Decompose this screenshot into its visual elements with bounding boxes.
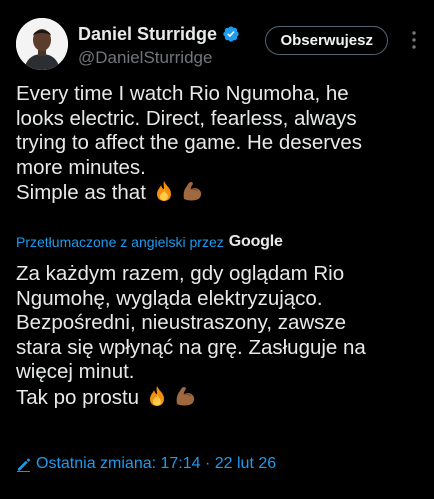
- translation-attribution: Przetłumaczone z angielski przez Google: [16, 232, 283, 252]
- tweet-line-text: Simple as that: [16, 181, 146, 204]
- tweet-line-last: Simple as that: [16, 180, 424, 206]
- tweet-line: Every time I watch Rio Ngumoha, he: [16, 82, 349, 105]
- following-button[interactable]: Obserwujesz: [265, 26, 388, 55]
- more-options-icon[interactable]: [410, 30, 418, 50]
- display-name[interactable]: Daniel Sturridge: [78, 24, 217, 45]
- display-name-row: Daniel Sturridge: [78, 22, 240, 46]
- flexed-biceps-icon: [177, 386, 195, 405]
- tweet-line: more minutes.: [16, 155, 146, 179]
- translated-text: Za każdym razem, gdy oglądam Rio Ngumohę…: [16, 262, 426, 410]
- fire-icon: [149, 385, 164, 406]
- tweet-line: trying to affect the game. He deserves: [16, 131, 363, 154]
- translated-line: stara się wpłynąć na grę. Zasługuje na: [16, 335, 366, 359]
- translated-line: więcej minut.: [16, 360, 135, 383]
- translated-line: Bezpośredni, nieustraszony, zawsze: [16, 311, 347, 334]
- handle[interactable]: @DanielSturridge: [78, 48, 240, 68]
- pencil-icon: [16, 458, 31, 472]
- edit-history-link[interactable]: Ostatnia zmiana: 17:14 · 22 lut 26: [16, 454, 276, 474]
- translated-label[interactable]: Przetłumaczone z angielski przez: [16, 234, 224, 250]
- tweet-header: Daniel Sturridge @DanielSturridge Obserw…: [16, 18, 418, 72]
- fire-icon: [156, 181, 171, 201]
- verified-badge-icon: [223, 26, 239, 42]
- flexed-biceps-icon: [183, 182, 202, 201]
- translated-line: Za każdym razem, gdy oglądam Rio: [16, 262, 345, 285]
- google-logo: Google: [228, 233, 283, 250]
- author-info: Daniel Sturridge @DanielSturridge: [78, 22, 240, 68]
- edit-info-label[interactable]: Ostatnia zmiana: 17:14 · 22 lut 26: [36, 455, 276, 473]
- tweet-card: Daniel Sturridge @DanielSturridge Obserw…: [0, 0, 434, 499]
- tweet-line: looks electric. Direct, fearless, always: [16, 106, 357, 130]
- translated-line-last: Tak po prostu: [16, 385, 426, 411]
- avatar[interactable]: [16, 18, 68, 70]
- translated-line: Ngumohę, wygląda elektryzująco.: [16, 286, 323, 310]
- tweet-text: Every time I watch Rio Ngumoha, he looks…: [16, 82, 424, 206]
- translated-line-text: Tak po prostu: [16, 385, 140, 409]
